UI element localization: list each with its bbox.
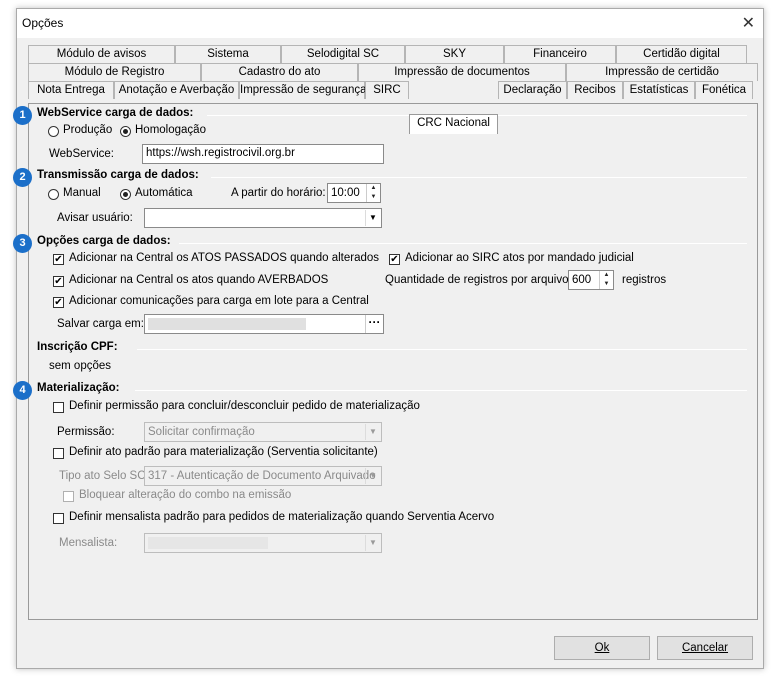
permissao-select[interactable]: Solicitar confirmação ▼ bbox=[144, 422, 382, 442]
tab-modulo-registro[interactable]: Módulo de Registro bbox=[28, 63, 201, 81]
permissao-value: Solicitar confirmação bbox=[148, 426, 255, 438]
tab-recibos[interactable]: Recibos bbox=[567, 81, 623, 99]
tab-impressao-documentos[interactable]: Impressão de documentos bbox=[358, 63, 566, 81]
chk-comunicacoes[interactable]: ✔ bbox=[53, 297, 64, 308]
opcoes-section-title: Opções carga de dados: bbox=[37, 235, 171, 247]
tab-estatisticas[interactable]: Estatísticas bbox=[623, 81, 695, 99]
tab-modulo-avisos[interactable]: Módulo de avisos bbox=[28, 45, 175, 63]
tipo-ato-label: Tipo ato Selo SC: bbox=[59, 470, 149, 482]
mensalista-label: Mensalista: bbox=[59, 537, 118, 549]
title-bar: Opções ✕ bbox=[17, 9, 763, 38]
salvar-carga-input[interactable]: ··· bbox=[144, 314, 384, 334]
chk-permissao[interactable] bbox=[53, 402, 64, 413]
step-badge-4: 4 bbox=[13, 381, 32, 400]
tab-financeiro[interactable]: Financeiro bbox=[504, 45, 616, 63]
tipo-ato-value: 317 - Autenticação de Documento Arquivad… bbox=[148, 470, 376, 482]
tab-selodigital-sc[interactable]: Selodigital SC bbox=[281, 45, 405, 63]
tab-impressao-seguranca[interactable]: Impressão de segurança bbox=[239, 81, 367, 99]
webservice-section-title: WebService carga de dados: bbox=[37, 107, 194, 119]
materializacao-section-title: Materialização: bbox=[37, 382, 120, 394]
radio-producao-label: Produção bbox=[63, 124, 113, 136]
quantidade-value: 600 bbox=[572, 274, 592, 286]
chk-sirc-mandado-label: Adicionar ao SIRC atos por mandado judic… bbox=[405, 252, 634, 264]
avisar-usuario-label: Avisar usuário: bbox=[57, 212, 133, 224]
tab-nota-entrega[interactable]: Nota Entrega bbox=[28, 81, 114, 99]
section-divider bbox=[179, 243, 747, 244]
avisar-usuario-select[interactable]: ▼ bbox=[144, 208, 382, 228]
chk-atos-passados[interactable]: ✔ bbox=[53, 254, 64, 265]
tab-cadastro-ato[interactable]: Cadastro do ato bbox=[201, 63, 358, 81]
quantidade-label: Quantidade de registros por arquivo: bbox=[385, 274, 572, 286]
tab-crc-nacional[interactable]: CRC Nacional bbox=[409, 114, 498, 134]
crc-nacional-panel: WebService carga de dados: Produção Homo… bbox=[13, 103, 758, 620]
spinner-arrows-icon[interactable]: ▲ ▼ bbox=[599, 271, 613, 289]
chk-mensalista[interactable] bbox=[53, 513, 64, 524]
section-divider bbox=[211, 177, 747, 178]
quantidade-spinner[interactable]: 600 ▲ ▼ bbox=[568, 270, 614, 290]
webservice-url-label: WebService: bbox=[49, 148, 114, 160]
chk-comunicacoes-label: Adicionar comunicações para carga em lot… bbox=[69, 295, 369, 307]
chevron-down-icon: ▼ bbox=[365, 535, 380, 551]
chk-sirc-mandado[interactable]: ✔ bbox=[389, 254, 400, 265]
radio-homologacao-label: Homologação bbox=[135, 124, 206, 136]
inscricao-section-title: Inscrição CPF: bbox=[37, 341, 118, 353]
tab-anotacao-averbacao[interactable]: Anotação e Averbação bbox=[114, 81, 239, 99]
tab-certidao-digital[interactable]: Certidão digital bbox=[616, 45, 747, 63]
spinner-arrows-icon[interactable]: ▲ ▼ bbox=[366, 184, 380, 202]
chk-mensalista-label: Definir mensalista padrão para pedidos d… bbox=[69, 511, 495, 523]
tab-declaracao[interactable]: Declaração bbox=[498, 81, 567, 99]
options-window: Opções ✕ Módulo de avisos Sistema Selodi… bbox=[13, 8, 764, 669]
chk-permissao-label: Definir permissão para concluir/desconcl… bbox=[69, 400, 420, 412]
cancel-button[interactable]: Cancelar bbox=[657, 636, 753, 660]
radio-homologacao[interactable] bbox=[120, 126, 131, 137]
ok-button-label: Ok bbox=[594, 642, 610, 654]
step-badge-2: 2 bbox=[13, 168, 32, 187]
chevron-down-icon: ▼ bbox=[365, 468, 380, 484]
chk-atos-passados-label: Adicionar na Central os ATOS PASSADOS qu… bbox=[69, 252, 380, 264]
radio-manual[interactable] bbox=[48, 189, 59, 200]
radio-manual-label: Manual bbox=[63, 187, 101, 199]
mensalista-select[interactable]: ▼ bbox=[144, 533, 382, 553]
close-icon[interactable]: ✕ bbox=[742, 13, 755, 33]
horario-spinner[interactable]: 10:00 ▲ ▼ bbox=[327, 183, 381, 203]
chk-averbados-label: Adicionar na Central os atos quando AVER… bbox=[69, 274, 329, 286]
horario-label: A partir do horário: bbox=[231, 187, 326, 199]
chevron-down-icon: ▼ bbox=[365, 210, 380, 226]
ok-button[interactable]: Ok bbox=[554, 636, 650, 660]
tab-impressao-certidao[interactable]: Impressão de certidão bbox=[566, 63, 758, 81]
transmissao-section-title: Transmissão carga de dados: bbox=[37, 169, 199, 181]
tab-sirc[interactable]: SIRC bbox=[365, 81, 409, 99]
chk-bloquear-combo[interactable] bbox=[63, 491, 74, 502]
tipo-ato-select[interactable]: 317 - Autenticação de Documento Arquivad… bbox=[144, 466, 382, 486]
radio-automatica-label: Automática bbox=[135, 187, 193, 199]
step-badge-3: 3 bbox=[13, 234, 32, 253]
redacted-path bbox=[148, 318, 306, 330]
tab-sistema[interactable]: Sistema bbox=[175, 45, 281, 63]
horario-value: 10:00 bbox=[331, 187, 360, 199]
chk-ato-padrao[interactable] bbox=[53, 448, 64, 459]
chk-averbados[interactable]: ✔ bbox=[53, 276, 64, 287]
section-divider bbox=[137, 349, 747, 350]
radio-producao[interactable] bbox=[48, 126, 59, 137]
permissao-label: Permissão: bbox=[57, 426, 115, 438]
tab-sky[interactable]: SKY bbox=[405, 45, 504, 63]
redacted-mensalista bbox=[148, 537, 268, 549]
cancel-button-label: Cancelar bbox=[681, 642, 729, 654]
quantidade-unit: registros bbox=[622, 274, 667, 286]
chevron-down-icon: ▼ bbox=[365, 424, 380, 440]
radio-automatica[interactable] bbox=[120, 189, 131, 200]
webservice-url-input[interactable]: https://wsh.registrocivil.org.br bbox=[142, 144, 384, 164]
section-divider bbox=[135, 390, 747, 391]
window-title: Opções bbox=[22, 16, 64, 30]
inscricao-value: sem opções bbox=[49, 360, 112, 372]
browse-button[interactable]: ··· bbox=[365, 315, 383, 333]
tab-strip: Módulo de avisos Sistema Selodigital SC … bbox=[17, 38, 763, 134]
tab-fonetica[interactable]: Fonética bbox=[695, 81, 753, 99]
chk-ato-padrao-label: Definir ato padrão para materialização (… bbox=[69, 446, 378, 458]
chk-bloquear-combo-label: Bloquear alteração do combo na emissão bbox=[79, 489, 292, 501]
step-badge-1: 1 bbox=[13, 106, 32, 125]
salvar-carga-label: Salvar carga em: bbox=[57, 318, 144, 330]
